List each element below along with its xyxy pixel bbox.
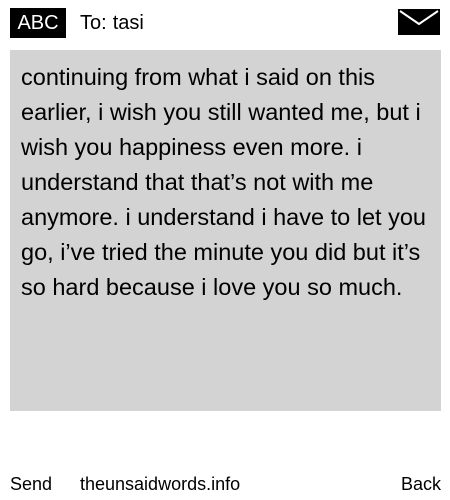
message-body-field[interactable]: continuing from what i said on this earl… (10, 50, 441, 411)
message-text: continuing from what i said on this earl… (21, 64, 426, 300)
softkey-bar: Send theunsaidwords.info Back (0, 472, 450, 496)
back-button[interactable]: Back (401, 472, 441, 496)
recipient-line: To: tasi (80, 8, 144, 38)
site-label: theunsaidwords.info (80, 474, 241, 494)
send-button[interactable]: Send (10, 472, 52, 496)
input-mode-badge[interactable]: ABC (10, 8, 66, 38)
compose-header: ABC To: tasi (10, 8, 440, 38)
recipient-name[interactable]: tasi (113, 12, 144, 34)
to-label: To: (80, 12, 107, 34)
envelope-icon[interactable] (398, 9, 440, 35)
